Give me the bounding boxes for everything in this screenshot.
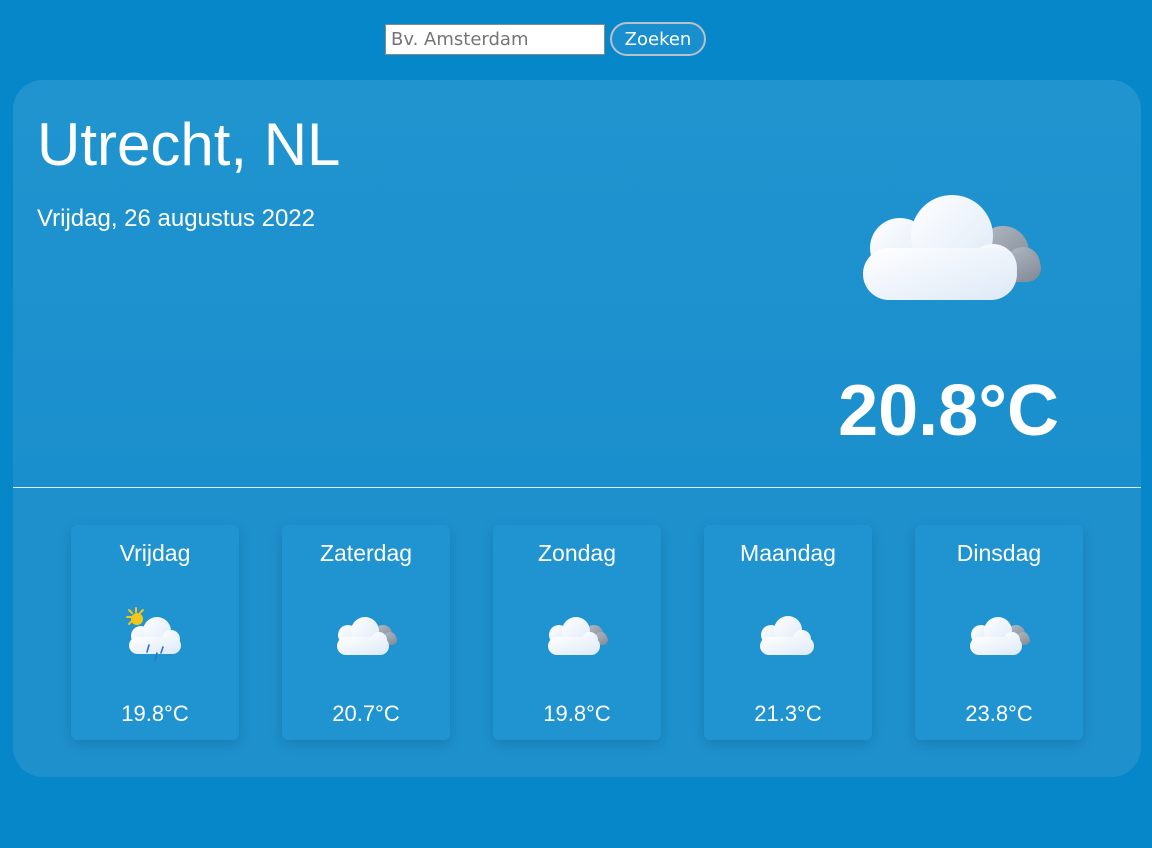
forecast-card: Dinsdag 23.8°C	[915, 525, 1083, 740]
forecast-day: Zaterdag	[319, 540, 413, 566]
cloudy-icon	[970, 617, 1030, 655]
sun-rain-cloud-icon	[126, 607, 181, 661]
forecast-temperature: 20.7°C	[332, 701, 400, 726]
forecast-temperature: 21.3°C	[754, 701, 822, 726]
forecast-card: Zondag 19.8°C	[493, 525, 661, 740]
forecast-temperature: 23.8°C	[965, 701, 1033, 726]
cloudy-icon	[548, 617, 608, 655]
city-name: Utrecht, NL	[37, 111, 341, 178]
weather-card: Utrecht, NL Vrijdag, 26 augustus 2022 20…	[13, 80, 1141, 777]
forecast-day: Zondag	[537, 540, 616, 566]
forecast-card: Zaterdag 20.7°C	[282, 525, 450, 740]
search-input[interactable]	[385, 23, 605, 55]
forecast-card: Vrijdag 19.8°C	[71, 525, 239, 740]
current-temperature: 20.8°C	[838, 371, 1059, 451]
search-button[interactable]: Zoeken	[610, 22, 706, 56]
forecast-card: Maandag 21.3°C	[704, 525, 872, 740]
current-date: Vrijdag, 26 augustus 2022	[37, 205, 315, 232]
cloud-icon	[760, 616, 814, 655]
forecast-day: Vrijdag	[119, 540, 191, 566]
forecast-section: Vrijdag 19.8°C Zaterdag 20.7°C Zondag 19…	[13, 488, 1141, 777]
current-weather: Utrecht, NL Vrijdag, 26 augustus 2022 20…	[13, 80, 1141, 488]
search-bar: Zoeken	[385, 22, 706, 56]
forecast-temperature: 19.8°C	[121, 701, 189, 726]
cloudy-icon	[863, 195, 1041, 300]
forecast-temperature: 19.8°C	[543, 701, 611, 726]
forecast-day: Maandag	[740, 540, 836, 566]
cloudy-icon	[337, 617, 397, 655]
forecast-day: Dinsdag	[956, 540, 1042, 566]
